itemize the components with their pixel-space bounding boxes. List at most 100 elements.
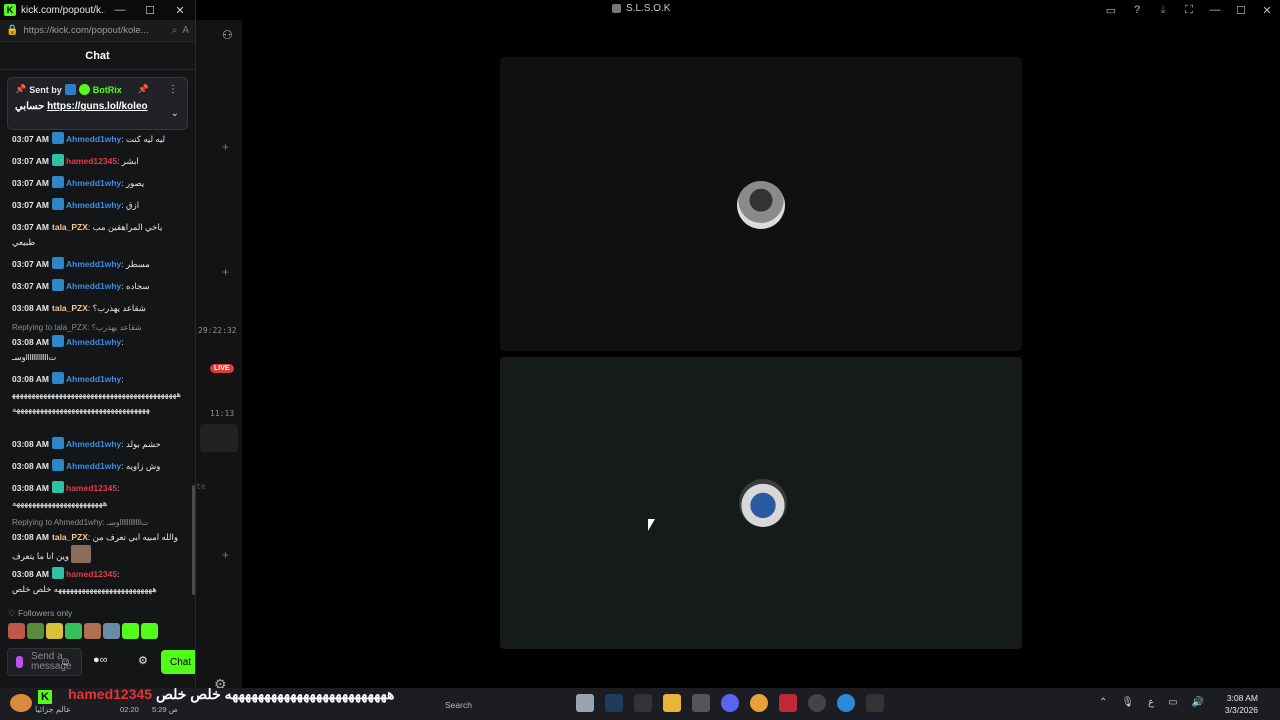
weather-icon[interactable] bbox=[10, 694, 32, 712]
message-user[interactable]: Ahmedd1why bbox=[66, 200, 121, 210]
message-user[interactable]: hamed12345 bbox=[66, 569, 117, 579]
app-titlebar: S.L.S.O.K ▭ ? ⤓ ⛶ — ☐ ✕ bbox=[196, 0, 1280, 20]
app-icon[interactable] bbox=[866, 694, 884, 712]
file-explorer-icon[interactable] bbox=[663, 694, 681, 712]
plus-icon[interactable]: + bbox=[222, 548, 229, 562]
message-user[interactable]: Ahmedd1why bbox=[66, 134, 121, 144]
message-time: 03:07 AM bbox=[12, 222, 50, 232]
minimize-icon[interactable]: — bbox=[105, 4, 135, 16]
notification-app-icon[interactable] bbox=[750, 694, 768, 712]
message-user[interactable]: Ahmedd1why bbox=[66, 281, 121, 291]
message-user[interactable]: tala_PZX bbox=[52, 222, 88, 232]
message-text: هههههههههههههههههههههههههههههههههههههههه… bbox=[12, 389, 182, 414]
emote-button[interactable] bbox=[65, 623, 82, 639]
followers-only-text: Followers only bbox=[17, 608, 73, 618]
bot-badge-icon bbox=[64, 84, 76, 95]
network-icon[interactable]: ▭ bbox=[1168, 697, 1177, 708]
points-icon[interactable]: ●∞ bbox=[93, 654, 108, 666]
live-badge: LIVE bbox=[210, 364, 234, 373]
discord-icon[interactable] bbox=[721, 694, 739, 712]
pinned-link[interactable]: https://guns.lol/koleo bbox=[47, 101, 148, 112]
adobe-icon[interactable] bbox=[779, 694, 797, 712]
send-chat-button[interactable]: Chat bbox=[161, 650, 195, 674]
edge-icon[interactable] bbox=[837, 694, 855, 712]
chat-message: 03:07 AM Ahmedd1why: سجاده bbox=[12, 279, 150, 291]
emote-button[interactable] bbox=[84, 623, 101, 639]
more-options-icon[interactable]: ⋮ bbox=[168, 84, 178, 95]
minimize-icon[interactable]: — bbox=[1202, 4, 1228, 16]
message-user[interactable]: hamed12345 bbox=[66, 156, 117, 166]
zoom-icon[interactable]: ⌕ bbox=[172, 25, 178, 36]
chat-message: 03:08 AM hamed12345: هههههههههههههههههههه… bbox=[12, 481, 184, 511]
task-view-icon[interactable] bbox=[576, 694, 594, 712]
bot-badge-icon bbox=[52, 198, 65, 210]
pinned-bot-name[interactable]: BotRix bbox=[93, 85, 122, 95]
language-indicator[interactable]: ع bbox=[1148, 697, 1154, 708]
kick-logo-icon[interactable]: K bbox=[38, 690, 52, 704]
video-tile-1[interactable] bbox=[500, 57, 1022, 351]
plus-icon[interactable]: + bbox=[222, 140, 229, 154]
message-text: سجاده bbox=[126, 281, 150, 291]
emote-button[interactable] bbox=[46, 623, 63, 639]
message-user[interactable]: Ahmedd1why bbox=[66, 178, 121, 188]
app-icon bbox=[612, 4, 621, 13]
message-user[interactable]: Ahmedd1why bbox=[66, 461, 121, 471]
inbox-icon[interactable]: ▭ bbox=[1098, 4, 1124, 17]
message-user[interactable]: tala_PZX bbox=[52, 532, 88, 542]
settings-icon[interactable]: ⚙ bbox=[138, 654, 148, 667]
emote-button[interactable] bbox=[103, 623, 120, 639]
url-text[interactable]: https://kick.com/popout/kole... bbox=[23, 25, 166, 36]
unpin-icon[interactable]: 📌 bbox=[138, 84, 149, 95]
chat-message: 03:07 AM tala_PZX: ياخي المراهقين مب طبيع… bbox=[12, 222, 163, 247]
close-icon[interactable]: ✕ bbox=[1254, 4, 1280, 17]
microphone-icon[interactable] bbox=[16, 656, 23, 668]
verified-badge-icon bbox=[78, 84, 90, 95]
microphone-icon[interactable]: 🎙 bbox=[1121, 697, 1134, 708]
clock-date: 3/3/2026 bbox=[1224, 705, 1258, 715]
chevron-down-icon[interactable]: ⌄ bbox=[171, 108, 179, 119]
message-time: 03:08 AM bbox=[12, 569, 50, 579]
bot-badge-icon bbox=[52, 176, 65, 188]
pinned-message[interactable]: 📌 Sent by BotRix 📌 ⋮ حسابي https://guns.… bbox=[7, 77, 188, 130]
emoji-icon[interactable]: ☺ bbox=[60, 656, 71, 668]
search-box[interactable]: Search bbox=[445, 700, 472, 710]
help-icon[interactable]: ? bbox=[1124, 4, 1150, 16]
message-user[interactable]: Ahmedd1why bbox=[66, 439, 121, 449]
message-user[interactable]: hamed12345 bbox=[66, 483, 117, 493]
message-time: 03:08 AM bbox=[12, 303, 50, 313]
chat-message: 03:07 AM Ahmedd1why: ليه ليه كنت bbox=[12, 132, 166, 144]
plus-icon[interactable]: + bbox=[222, 265, 229, 279]
system-tray: ⌃ 🎙 ع ▭ 🔊 bbox=[1099, 697, 1204, 708]
read-aloud-icon[interactable]: A bbox=[182, 25, 189, 36]
video-tile-2[interactable] bbox=[500, 357, 1022, 649]
add-friend-icon[interactable]: ⚇ bbox=[222, 28, 233, 42]
chat-input[interactable]: Send a message ☺ bbox=[7, 648, 82, 676]
message-user[interactable]: Ahmedd1why bbox=[66, 374, 121, 384]
clock[interactable]: 3:08 AM 3/3/2026 bbox=[1225, 692, 1258, 716]
emote-button[interactable] bbox=[141, 623, 158, 639]
bot-badge-icon bbox=[52, 257, 65, 269]
voice-app-window: S.L.S.O.K ▭ ? ⤓ ⛶ — ☐ ✕ ⚇ + + 29:22:32 L… bbox=[196, 0, 1280, 692]
reply-context[interactable]: Replying to Ahmedd1why: وسـllllllllllllت bbox=[12, 518, 149, 527]
close-icon[interactable]: ✕ bbox=[165, 4, 195, 17]
download-icon[interactable]: ⤓ bbox=[1150, 4, 1176, 17]
emote-button[interactable] bbox=[27, 623, 44, 639]
steelseries-icon[interactable] bbox=[692, 694, 710, 712]
message-user[interactable]: tala_PZX bbox=[52, 303, 88, 313]
side-item[interactable] bbox=[200, 424, 238, 452]
reply-context[interactable]: Replying to tala_PZX: شقاعد يهذرب؟ bbox=[12, 323, 142, 332]
message-user[interactable]: Ahmedd1why bbox=[66, 337, 121, 347]
message-user[interactable]: Ahmedd1why bbox=[66, 259, 121, 269]
steam-icon[interactable] bbox=[605, 694, 623, 712]
emote-button[interactable] bbox=[122, 623, 139, 639]
chat-scrollbar[interactable] bbox=[192, 485, 195, 595]
address-bar[interactable]: 🔒 https://kick.com/popout/kole... ⌕ A bbox=[0, 20, 195, 42]
volume-icon[interactable]: 🔊 bbox=[1192, 697, 1204, 708]
emote-button[interactable] bbox=[8, 623, 25, 639]
maximize-icon[interactable]: ☐ bbox=[135, 4, 165, 17]
maximize-icon[interactable]: ☐ bbox=[1228, 4, 1254, 17]
app-icon[interactable] bbox=[808, 694, 826, 712]
epic-games-icon[interactable] bbox=[634, 694, 652, 712]
screenshot-icon[interactable]: ⛶ bbox=[1176, 4, 1202, 17]
chevron-up-icon[interactable]: ⌃ bbox=[1099, 697, 1107, 708]
